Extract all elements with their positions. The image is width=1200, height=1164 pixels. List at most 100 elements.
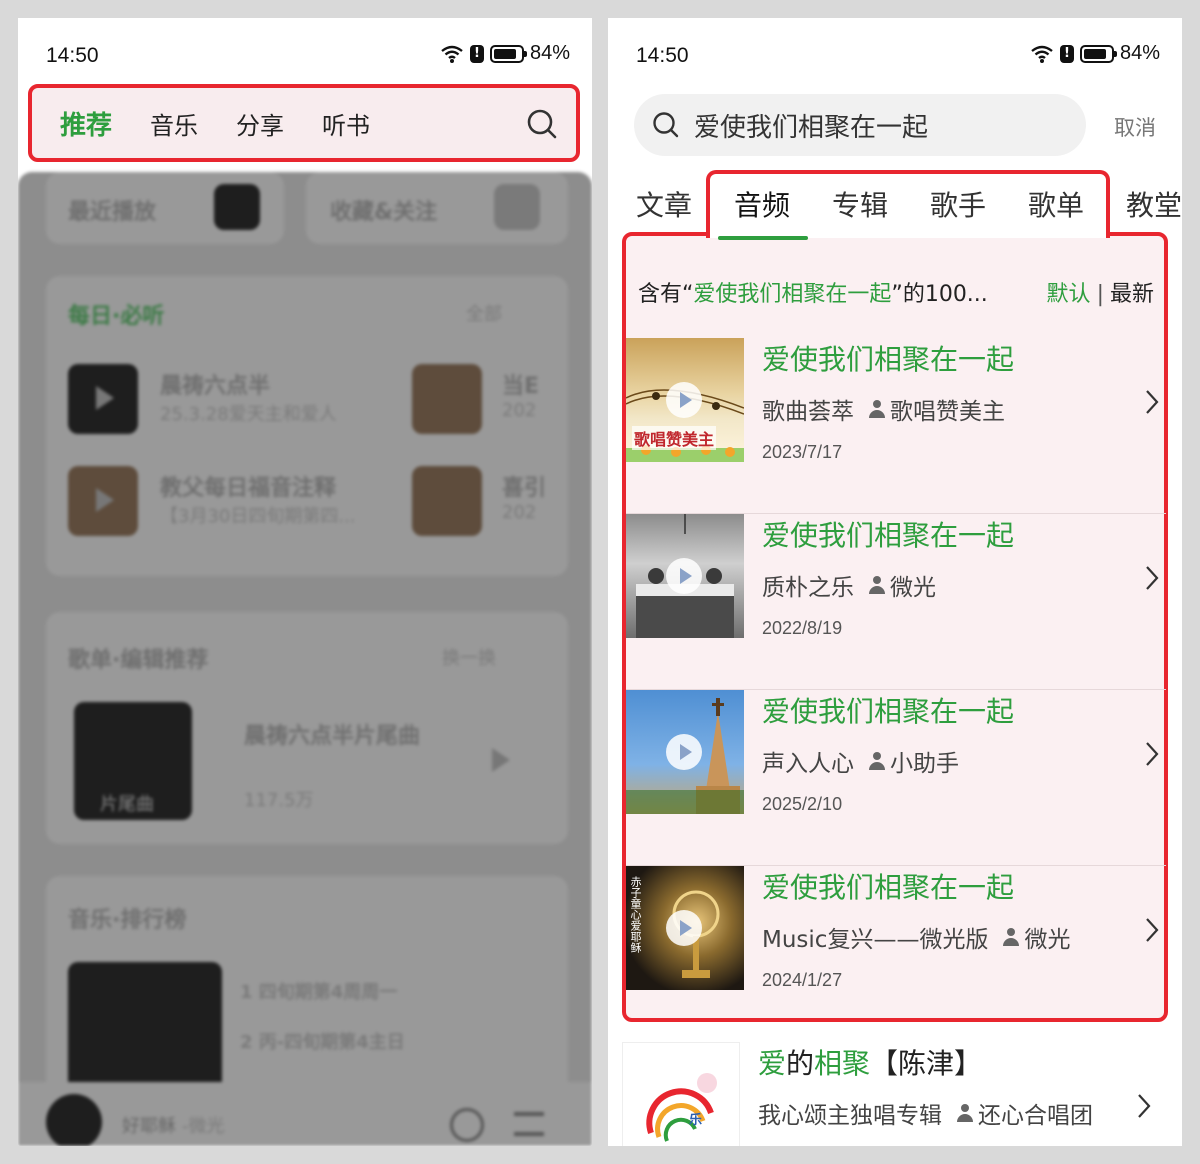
play-icon[interactable] [666, 558, 702, 594]
rank-item[interactable]: 2 丙-四旬期第4主日 [240, 1028, 405, 1054]
summary-prefix: 含有“ [638, 282, 694, 307]
user-icon [868, 751, 886, 771]
mini-player[interactable] [18, 1082, 592, 1146]
result-author: 微光 [1002, 920, 1070, 954]
recent-label: 最近播放 [68, 200, 157, 225]
rank-cover[interactable] [68, 962, 222, 1102]
result-item[interactable]: 爱使我们相聚在一起 质朴之乐 微光 2022/8/19 [626, 514, 1166, 690]
cancel-button[interactable]: 取消 [1114, 112, 1156, 142]
result-album: 歌曲荟萃 [762, 399, 854, 425]
tab-articles[interactable]: 文章 [636, 184, 692, 224]
blurred-overlay-content: 最近播放 收藏&关注 每日·必听 全部 晨祷六点半 25.3.28爱天主和爱人 … [18, 172, 592, 1146]
thumb-caption: 赤子童心爱耶稣 [629, 876, 642, 953]
result-date: 2022/8/19 [762, 618, 843, 638]
play-icon[interactable] [666, 910, 702, 946]
play-icon[interactable] [492, 748, 510, 772]
chevron-right-icon[interactable] [1144, 740, 1160, 768]
summary-keyword: 爱使我们相聚在一起 [693, 282, 892, 307]
chevron-right-icon[interactable] [1144, 564, 1160, 592]
search-query[interactable]: 爱使我们相聚在一起 [694, 107, 928, 144]
recent-thumb [214, 184, 260, 230]
playlist-refresh-button[interactable]: 换一换 [442, 644, 496, 670]
status-bar: 14:50 ! 84% [18, 18, 592, 92]
result-author: 微光 [868, 568, 936, 602]
result-item[interactable]: 赤子童心爱耶稣 爱使我们相聚在一起 Music复兴——微光版 微光 2024/1… [626, 866, 1166, 1042]
result-meta: 我心颂主独唱专辑 还心合唱团 [758, 1096, 1093, 1130]
playlist-item-plays: 117.5万 [244, 790, 314, 811]
result-item[interactable]: 乐 爱的相聚【陈津】 我心颂主独唱专辑 还心合唱团 [622, 1042, 1162, 1146]
result-thumbnail [626, 690, 744, 814]
tab-playlists[interactable]: 歌单 [1028, 184, 1084, 224]
chevron-right-icon[interactable] [1136, 1092, 1152, 1120]
tab-audiobook[interactable]: 听书 [322, 106, 370, 141]
daily-more-link[interactable]: 全部 [466, 300, 502, 326]
result-meta: 声入人心 小助手 [762, 744, 959, 778]
chevron-right-icon[interactable] [1144, 916, 1160, 944]
search-icon[interactable] [526, 108, 558, 140]
result-title: 爱的相聚【陈津】 [758, 1042, 982, 1082]
daily-item-title: 当E [502, 374, 540, 399]
tab-audio[interactable]: 音频 [734, 184, 790, 224]
tab-music[interactable]: 音乐 [150, 106, 198, 141]
result-author-name: 小助手 [890, 751, 959, 777]
tab-churches[interactable]: 教堂 [1126, 184, 1182, 224]
right-phone-screen: 14:50 ! 84% 爱使我们相聚在一起 取消 文章 音频 专辑 歌手 歌单 … [608, 18, 1182, 1146]
result-date: 2025/2/10 [762, 794, 843, 814]
playlist-item-title: 晨祷六点半片尾曲 [244, 724, 421, 749]
result-thumbnail [626, 514, 744, 638]
sort-default-button[interactable]: 默认 [1047, 282, 1091, 307]
title-plain: 的 [786, 1047, 815, 1080]
daily-item-title: 教父每日福音注释 [160, 476, 337, 501]
battery-percent: 84% [1119, 42, 1160, 64]
title-plain: 【陈津】 [870, 1047, 983, 1080]
result-meta: Music复兴——微光版 微光 [762, 920, 1070, 954]
result-album: 我心颂主独唱专辑 [758, 1103, 942, 1129]
status-icons: ! 84% [440, 42, 570, 65]
daily-item-sub: 25.3.28爱天主和爱人 [160, 404, 337, 425]
result-title: 爱使我们相聚在一起 [762, 695, 1015, 728]
user-icon [956, 1103, 974, 1123]
result-item[interactable]: 爱使我们相聚在一起 声入人心 小助手 2025/2/10 [626, 690, 1166, 866]
favorites-label: 收藏&关注 [330, 200, 438, 225]
search-bar[interactable]: 爱使我们相聚在一起 [634, 94, 1086, 156]
tab-albums[interactable]: 专辑 [832, 184, 888, 224]
result-title: 爱使我们相聚在一起 [762, 871, 1015, 904]
result-item[interactable]: 歌唱赞美主 爱使我们相聚在一起 歌曲荟萃 歌唱赞美主 2023/7/17 [626, 338, 1166, 514]
play-icon[interactable] [666, 382, 702, 418]
result-album: 质朴之乐 [762, 575, 854, 601]
tab-share[interactable]: 分享 [236, 106, 284, 141]
daily-item-thumb[interactable] [68, 364, 138, 434]
playlist-title: 歌单·编辑推荐 [68, 648, 209, 673]
play-circle-icon[interactable] [450, 1108, 484, 1142]
result-author-name: 歌唱赞美主 [890, 399, 1005, 425]
battery-icon [1079, 44, 1117, 63]
alert-icon: ! [469, 44, 484, 63]
play-icon[interactable] [666, 734, 702, 770]
title-highlight: 爱 [758, 1047, 787, 1080]
result-author: 还心合唱团 [956, 1096, 1093, 1130]
result-author-name: 微光 [890, 575, 936, 601]
result-meta: 歌曲荟萃 歌唱赞美主 [762, 392, 1005, 426]
result-author-name: 微光 [1024, 927, 1071, 953]
title-highlight: 相聚 [814, 1047, 871, 1080]
results-summary: 含有“爱使我们相聚在一起”的100... 默认 | 最新 [638, 276, 1158, 308]
thumb-caption: 歌唱赞美主 [632, 426, 717, 450]
active-tab-indicator [718, 236, 808, 240]
sort-divider: | [1096, 282, 1104, 307]
daily-item-thumb[interactable] [412, 466, 482, 536]
rank-item[interactable]: 1 四旬期第4周周一 [240, 978, 397, 1004]
summary-suffix: ”的100... [891, 282, 988, 307]
chevron-right-icon[interactable] [1144, 388, 1160, 416]
sort-options: 默认 | 最新 [1047, 276, 1154, 308]
sort-latest-button[interactable]: 最新 [1110, 282, 1154, 307]
result-title: 爱使我们相聚在一起 [762, 343, 1015, 376]
tab-singers[interactable]: 歌手 [930, 184, 986, 224]
heart-icon [494, 184, 540, 230]
daily-item-thumb[interactable] [68, 466, 138, 536]
daily-item-thumb[interactable] [412, 364, 482, 434]
result-author: 歌唱赞美主 [868, 392, 1005, 426]
result-album: Music复兴——微光版 [762, 927, 989, 953]
playlist-menu-icon[interactable] [514, 1112, 544, 1136]
tab-recommend[interactable]: 推荐 [60, 105, 112, 142]
daily-title: 每日·必听 [68, 304, 165, 329]
